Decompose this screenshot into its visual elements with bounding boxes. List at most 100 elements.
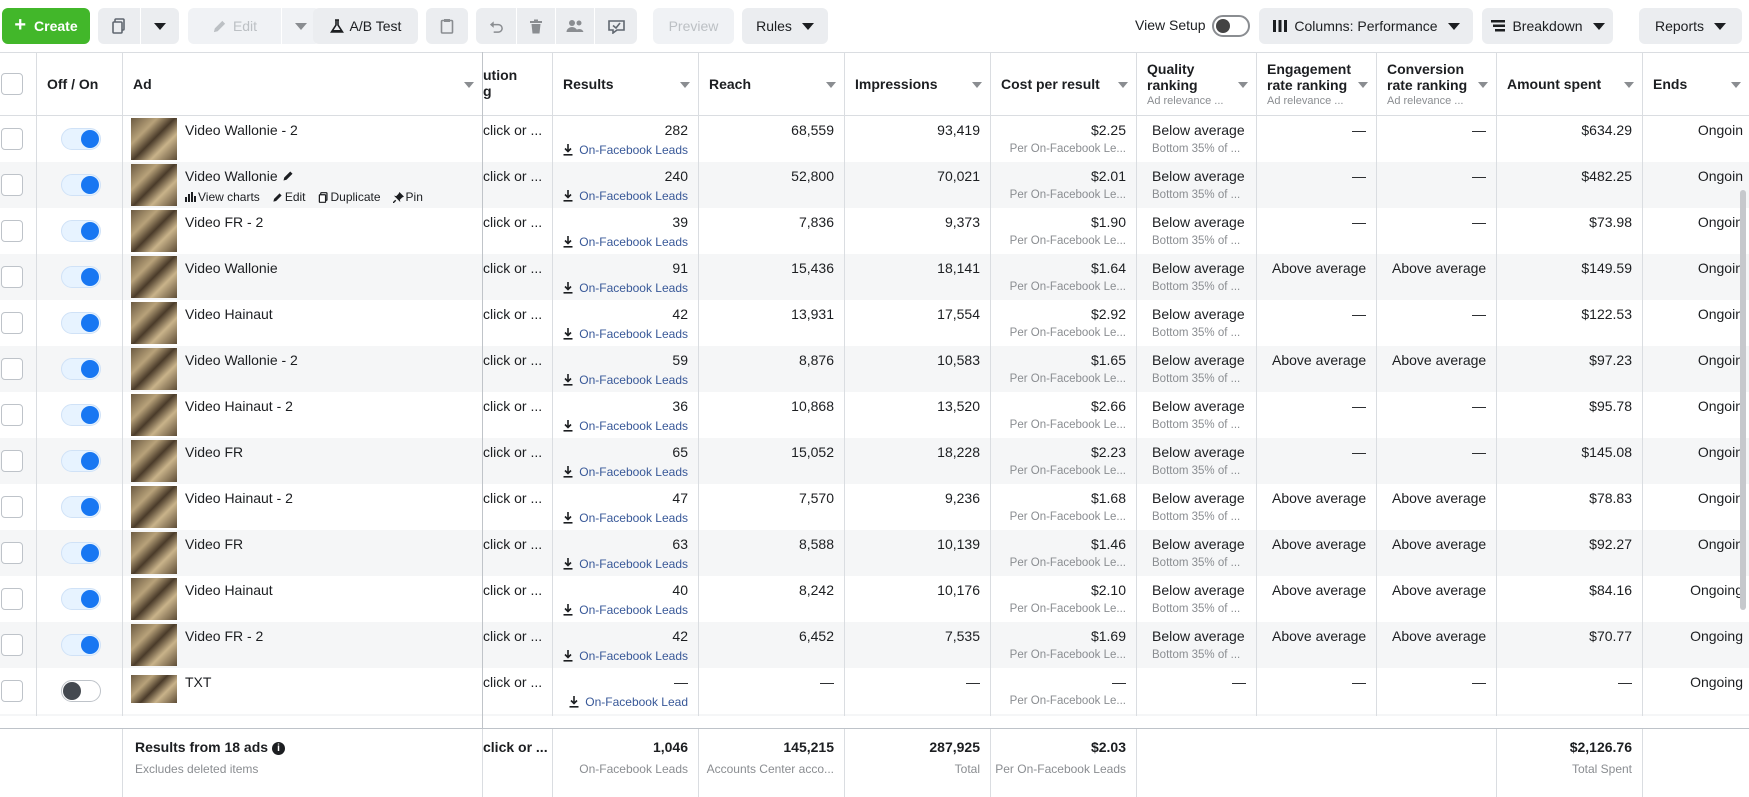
vertical-scrollbar[interactable] [1740, 190, 1746, 610]
row-checkbox[interactable] [1, 588, 23, 610]
table-row[interactable]: Video Hainaut - 2 click or ... 47 On-Fac… [0, 484, 1749, 530]
results-sub[interactable]: On-Facebook Leads [563, 649, 688, 663]
columns-button[interactable]: Columns: Performance [1259, 8, 1473, 44]
ad-name[interactable]: TXT [185, 674, 211, 690]
ad-delivery-toggle[interactable] [61, 634, 101, 656]
ad-name[interactable]: Video FR - 2 [185, 628, 263, 644]
duplicate-link[interactable]: Duplicate [318, 190, 381, 204]
row-checkbox[interactable] [1, 496, 23, 518]
table-row[interactable]: Video Hainaut click or ... 40 On-Faceboo… [0, 576, 1749, 622]
ad-name-cell[interactable]: Video Hainaut - 2 [123, 392, 483, 438]
results-sub[interactable]: On-Facebook Leads [563, 419, 688, 433]
ad-delivery-toggle[interactable] [61, 266, 101, 288]
header-ends[interactable]: Ends [1643, 53, 1749, 115]
rules-button[interactable]: Rules [742, 8, 828, 44]
table-row[interactable]: TXT click or ... — — — — — [0, 714, 1749, 716]
header-amount-spent[interactable]: Amount spent [1497, 53, 1643, 115]
ad-name-cell[interactable]: TXT [123, 714, 483, 716]
header-ad[interactable]: Ad [123, 53, 483, 115]
view-setup-toggle[interactable] [1212, 15, 1250, 37]
breakdown-button[interactable]: Breakdown [1482, 8, 1613, 44]
row-checkbox[interactable] [1, 174, 23, 196]
ad-delivery-toggle[interactable] [61, 680, 101, 702]
ad-delivery-toggle[interactable] [61, 174, 101, 196]
results-sub[interactable]: On-Facebook Lead [569, 695, 688, 709]
row-checkbox[interactable] [1, 680, 23, 702]
header-impressions[interactable]: Impressions [845, 53, 991, 115]
ad-delivery-toggle[interactable] [61, 128, 101, 150]
undo-button[interactable] [476, 8, 516, 44]
ad-name-cell[interactable]: Video Hainaut - 2 [123, 484, 483, 530]
row-checkbox[interactable] [1, 266, 23, 288]
row-checkbox[interactable] [1, 404, 23, 426]
header-results[interactable]: Results [553, 53, 699, 115]
ad-name-cell[interactable]: Video Wallonie [123, 254, 483, 300]
header-conversion-ranking[interactable]: Conversion rate ranking Ad relevance ... [1377, 53, 1497, 115]
ad-name[interactable]: Video FR [185, 444, 243, 460]
table-row[interactable]: Video FR click or ... 65 On-Facebook Lea… [0, 438, 1749, 484]
ad-name[interactable]: Video Hainaut [185, 306, 273, 322]
ad-name[interactable]: Video Hainaut - 2 [185, 398, 293, 414]
results-sub[interactable]: On-Facebook Leads [563, 603, 688, 617]
row-checkbox[interactable] [1, 450, 23, 472]
results-sub[interactable]: On-Facebook Leads [563, 327, 688, 341]
duplicate-dropdown-button[interactable] [141, 8, 179, 44]
ad-delivery-toggle[interactable] [61, 220, 101, 242]
results-sub[interactable]: On-Facebook Leads [563, 373, 688, 387]
table-row[interactable]: Video FR click or ... 63 On-Facebook Lea… [0, 530, 1749, 576]
header-cost-per-result[interactable]: Cost per result [991, 53, 1137, 115]
row-checkbox[interactable] [1, 634, 23, 656]
ad-name[interactable]: Video Hainaut - 2 [185, 490, 293, 506]
table-row[interactable]: Video Wallonie click or ... 91 On-Facebo… [0, 254, 1749, 300]
ad-name[interactable]: Video FR [185, 536, 243, 552]
reports-button[interactable]: Reports [1639, 8, 1742, 44]
row-checkbox[interactable] [1, 542, 23, 564]
row-checkbox[interactable] [1, 358, 23, 380]
ad-name[interactable]: Video FR - 2 [185, 214, 263, 230]
header-attribution[interactable]: ution g [483, 53, 553, 115]
info-icon[interactable]: i [272, 742, 286, 755]
table-row[interactable]: Video Hainaut - 2 click or ... 36 On-Fac… [0, 392, 1749, 438]
delete-button[interactable] [517, 8, 555, 44]
table-row[interactable]: Video FR - 2 click or ... 39 On-Facebook… [0, 208, 1749, 254]
results-sub[interactable]: On-Facebook Leads [563, 511, 688, 525]
rename-pencil-icon[interactable] [282, 170, 294, 182]
table-row[interactable]: Video Wallonie View charts Edit Duplicat… [0, 162, 1749, 208]
ad-name[interactable]: Video Wallonie [185, 168, 294, 184]
pin-link[interactable]: Pin [392, 190, 423, 204]
table-row[interactable]: Video Wallonie - 2 click or ... 59 On-Fa… [0, 346, 1749, 392]
edit-button[interactable]: Edit [188, 8, 281, 44]
results-sub[interactable]: On-Facebook Leads [563, 235, 688, 249]
ad-name-cell[interactable]: Video Wallonie - 2 [123, 346, 483, 392]
table-row[interactable]: Video Hainaut click or ... 42 On-Faceboo… [0, 300, 1749, 346]
ad-name-cell[interactable]: Video Wallonie View charts Edit Duplicat… [123, 162, 483, 208]
ad-name-cell[interactable]: Video FR - 2 [123, 208, 483, 254]
ab-test-button[interactable]: A/B Test [313, 8, 418, 44]
ad-name-cell[interactable]: Video FR - 2 [123, 622, 483, 668]
results-sub[interactable]: On-Facebook Leads [563, 465, 688, 479]
ad-name-cell[interactable]: Video Hainaut [123, 576, 483, 622]
results-sub[interactable]: On-Facebook Leads [563, 143, 688, 157]
ad-name-cell[interactable]: Video Wallonie - 2 [123, 116, 483, 162]
review-button[interactable] [595, 8, 637, 44]
row-checkbox[interactable] [1, 220, 23, 242]
create-button[interactable]: + Create [2, 8, 90, 44]
ad-name[interactable]: Video Hainaut [185, 582, 273, 598]
ad-delivery-toggle[interactable] [61, 450, 101, 472]
ad-delivery-toggle[interactable] [61, 404, 101, 426]
ad-name-cell[interactable]: Video FR [123, 438, 483, 484]
ad-delivery-toggle[interactable] [61, 496, 101, 518]
ad-name-cell[interactable]: Video FR [123, 530, 483, 576]
table-row[interactable]: TXT click or ... — On-Facebook Lead — — … [0, 668, 1749, 714]
ad-delivery-toggle[interactable] [61, 358, 101, 380]
view-charts-link[interactable]: View charts [185, 190, 260, 204]
preview-button[interactable]: Preview [653, 8, 734, 44]
audience-button[interactable] [556, 8, 594, 44]
select-all-checkbox[interactable] [1, 73, 23, 95]
table-row[interactable]: Video Wallonie - 2 click or ... 282 On-F… [0, 116, 1749, 162]
ad-name-cell[interactable]: TXT [123, 668, 483, 714]
ad-delivery-toggle[interactable] [61, 312, 101, 334]
duplicate-button[interactable] [98, 8, 140, 44]
ad-delivery-toggle[interactable] [61, 542, 101, 564]
clipboard-button[interactable] [426, 8, 468, 44]
